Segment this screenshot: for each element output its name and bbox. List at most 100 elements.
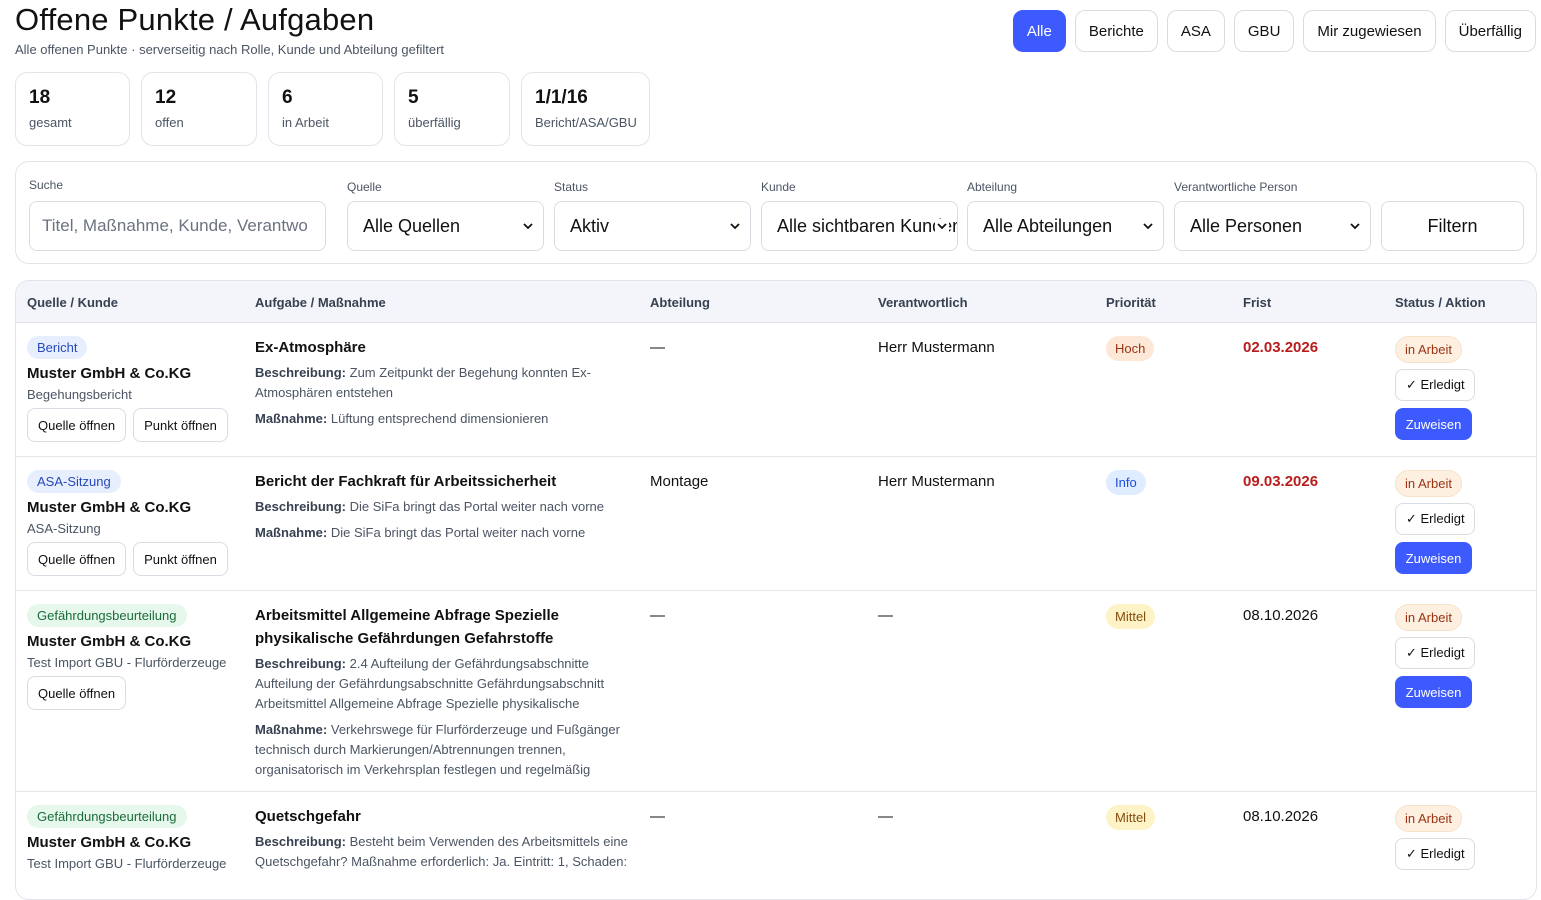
department-value: — — [650, 339, 665, 356]
assign-button[interactable]: Zuweisen — [1395, 408, 1472, 440]
responsible-value: — — [878, 607, 893, 624]
open-point-button[interactable]: Punkt öffnen — [133, 408, 228, 442]
filter-button[interactable]: Filtern — [1381, 201, 1524, 251]
stat-card-offen: 12 offen — [141, 72, 257, 146]
mark-done-button[interactable]: ✓ Erledigt — [1395, 503, 1475, 535]
col-header-priority: Priorität — [1106, 295, 1156, 310]
assign-button[interactable]: Zuweisen — [1395, 676, 1472, 708]
deadline-value: 08.10.2026 — [1243, 808, 1319, 825]
stat-label: in Arbeit — [282, 115, 329, 130]
status-badge: in Arbeit — [1395, 336, 1462, 363]
filter-tabs: Alle Berichte ASA GBU Mir zugewiesen Übe… — [1012, 10, 1536, 52]
priority-cell: Info — [1106, 470, 1146, 495]
chevron-down-icon — [523, 223, 533, 230]
col-header-deadline: Frist — [1243, 295, 1272, 310]
description-label: Beschreibung: — [255, 365, 347, 380]
status-badge: in Arbeit — [1395, 604, 1462, 631]
person-select-value: Alle Personen — [1190, 215, 1303, 236]
department-value: — — [650, 808, 665, 825]
measure-label: Maßnahme: — [255, 722, 328, 737]
customer-label: Kunde — [761, 180, 796, 194]
customer-select[interactable]: Alle sichtbaren Kunden — [761, 201, 958, 251]
tab-berichte[interactable]: Berichte — [1074, 10, 1158, 52]
table-row: ASA-Sitzung Muster GmbH & Co.KG ASA-Sitz… — [16, 457, 1536, 591]
assign-button[interactable]: Zuweisen — [1395, 542, 1472, 574]
search-label: Suche — [29, 178, 64, 192]
tab-asa[interactable]: ASA — [1166, 10, 1225, 52]
stat-value: 6 — [282, 87, 293, 108]
tab-gbu[interactable]: GBU — [1233, 10, 1295, 52]
source-select-value: Alle Quellen — [363, 215, 461, 236]
chevron-down-icon — [1143, 223, 1153, 230]
priority-badge: Hoch — [1106, 336, 1155, 361]
responsible-value: Herr Mustermann — [878, 473, 995, 490]
priority-cell: Mittel — [1106, 805, 1156, 830]
stat-card-bericht-asa-gbu: 1/1/16 Bericht/ASA/GBU — [521, 72, 650, 146]
tab-alle[interactable]: Alle — [1012, 10, 1066, 52]
open-source-button[interactable]: Quelle öffnen — [27, 676, 127, 710]
source-badge: Bericht — [27, 336, 88, 359]
person-select[interactable]: Alle Personen — [1174, 201, 1371, 251]
task-description: Beschreibung: Zum Zeitpunkt der Begehung… — [255, 363, 625, 403]
task-cell: Quetschgefahr Beschreibung: Besteht beim… — [255, 805, 630, 872]
stat-card-in-arbeit: 6 in Arbeit — [268, 72, 383, 146]
priority-cell: Mittel — [1106, 604, 1156, 629]
department-value: — — [650, 607, 665, 624]
task-title: Arbeitsmittel Allgemeine Abfrage Speziel… — [255, 607, 559, 647]
department-select[interactable]: Alle Abteilungen — [967, 201, 1164, 251]
task-title: Ex-Atmosphäre — [255, 339, 366, 356]
open-source-button[interactable]: Quelle öffnen — [27, 408, 127, 442]
source-badge: Gefährdungsbeurteilung — [27, 805, 187, 828]
source-select[interactable]: Alle Quellen — [347, 201, 544, 251]
task-measure: Maßnahme: Die SiFa bringt das Portal wei… — [255, 523, 625, 543]
search-input[interactable]: Titel, Maßnahme, Kunde, Verantwo — [29, 201, 326, 251]
department-label: Abteilung — [967, 180, 1018, 194]
task-measure: Maßnahme: Lüftung entsprechend dimension… — [255, 409, 625, 429]
status-badge: in Arbeit — [1395, 470, 1462, 497]
page-title: Offene Punkte / Aufgaben — [15, 2, 375, 37]
responsible-value: — — [878, 808, 893, 825]
priority-badge: Mittel — [1106, 604, 1156, 629]
source-badge: ASA-Sitzung — [27, 470, 121, 493]
col-header-status: Status / Aktion — [1395, 295, 1486, 310]
stat-label: Bericht/ASA/GBU — [535, 115, 637, 130]
stat-value: 12 — [155, 87, 177, 108]
description-label: Beschreibung: — [255, 834, 347, 849]
status-cell: in Arbeit ✓ Erledigt Zuweisen — [1395, 336, 1475, 440]
mark-done-button[interactable]: ✓ Erledigt — [1395, 369, 1475, 401]
task-description: Beschreibung: Besteht beim Verwenden des… — [255, 832, 630, 872]
page-subtitle: Alle offenen Punkte · serverseitig nach … — [15, 42, 445, 57]
task-title: Bericht der Fachkraft für Arbeitssicherh… — [255, 473, 557, 490]
open-source-button[interactable]: Quelle öffnen — [27, 542, 127, 576]
mark-done-button[interactable]: ✓ Erledigt — [1395, 637, 1475, 669]
source-cell: Bericht Muster GmbH & Co.KG Begehungsber… — [27, 336, 242, 442]
description-text: Die SiFa bringt das Portal weiter nach v… — [349, 499, 604, 514]
table-header: Quelle / Kunde Aufgabe / Maßnahme Abteil… — [16, 281, 1536, 323]
open-point-button[interactable]: Punkt öffnen — [133, 542, 228, 576]
source-name: Test Import GBU - Flurförderzeuge — [27, 655, 227, 670]
source-name: Test Import GBU - Flurförderzeuge — [27, 856, 227, 871]
stat-card-ueberfaellig: 5 überfällig — [394, 72, 510, 146]
measure-text: Die SiFa bringt das Portal weiter nach v… — [330, 525, 586, 540]
customer-name: Muster GmbH & Co.KG — [27, 499, 192, 516]
tab-mir-zugewiesen[interactable]: Mir zugewiesen — [1303, 10, 1436, 52]
customer-name: Muster GmbH & Co.KG — [27, 834, 192, 851]
col-header-source: Quelle / Kunde — [27, 295, 119, 310]
status-cell: in Arbeit ✓ Erledigt Zuweisen — [1395, 470, 1475, 574]
source-name: ASA-Sitzung — [27, 521, 101, 536]
stat-label: offen — [155, 115, 184, 130]
source-name: Begehungsbericht — [27, 387, 132, 402]
stat-value: 18 — [29, 87, 51, 108]
status-select[interactable]: Aktiv — [554, 201, 751, 251]
source-label: Quelle — [347, 180, 382, 194]
task-cell: Arbeitsmittel Allgemeine Abfrage Speziel… — [255, 604, 630, 780]
task-description: Beschreibung: Die SiFa bringt das Portal… — [255, 497, 625, 517]
table-row: Gefährdungsbeurteilung Muster GmbH & Co.… — [16, 591, 1536, 792]
task-cell: Ex-Atmosphäre Beschreibung: Zum Zeitpunk… — [255, 336, 625, 429]
status-cell: in Arbeit ✓ Erledigt — [1395, 805, 1475, 870]
mark-done-button[interactable]: ✓ Erledigt — [1395, 838, 1475, 870]
deadline-value: 02.03.2026 — [1243, 339, 1319, 356]
stats-bar: 18 gesamt 12 offen 6 in Arbeit 5 überfäl… — [15, 72, 650, 146]
customer-name: Muster GmbH & Co.KG — [27, 633, 192, 650]
tab-ueberfaellig[interactable]: Überfällig — [1444, 10, 1536, 52]
